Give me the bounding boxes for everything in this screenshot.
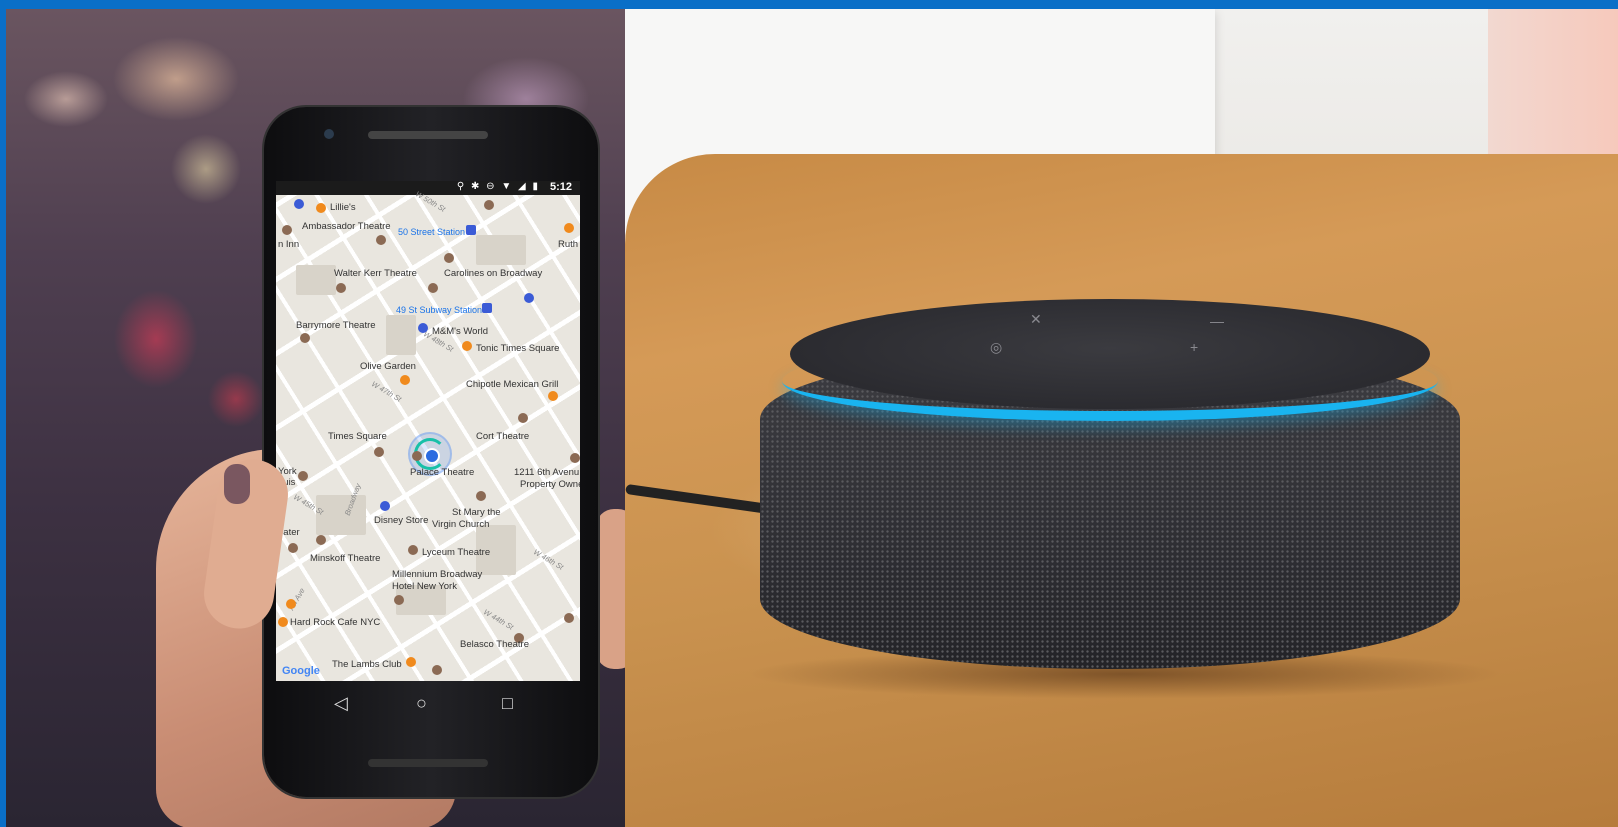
google-logo: Google: [282, 665, 320, 677]
subway-station-label: 49 St Subway Station: [396, 305, 483, 315]
home-icon[interactable]: ○: [416, 693, 427, 714]
map-label: Ruth: [558, 239, 579, 250]
smartphone: ⚲ ✱ ⊖ ▼ ◢ ▮ 5:12 W 50th St W 48th St W 4…: [264, 107, 598, 797]
bar-pin-icon[interactable]: [406, 657, 416, 667]
recent-apps-icon[interactable]: □: [502, 693, 513, 714]
theatre-pin-icon[interactable]: [288, 543, 298, 553]
street-label: W 44th St: [481, 607, 515, 632]
map-label: 1211 6th Avenu: [514, 467, 580, 478]
thumbnail: [224, 464, 250, 504]
mute-button[interactable]: ✕: [1030, 311, 1042, 328]
map-label: Minskoff Theatre: [310, 553, 381, 564]
street-label: W 47th St: [369, 379, 403, 404]
street-label: W 46th St: [531, 547, 565, 572]
bar-pin-icon[interactable]: [462, 341, 472, 351]
map-block: [476, 235, 526, 265]
phone-screen: ⚲ ✱ ⊖ ▼ ◢ ▮ 5:12 W 50th St W 48th St W 4…: [276, 181, 580, 681]
map-label: Times Square: [328, 431, 387, 442]
map-label: Barrymore Theatre: [296, 320, 376, 331]
hotel-pin-icon[interactable]: [394, 595, 404, 605]
theatre-pin-icon[interactable]: [564, 613, 574, 623]
restaurant-pin-icon[interactable]: [564, 223, 574, 233]
bottom-speaker: [368, 759, 488, 767]
church-pin-icon[interactable]: [476, 491, 486, 501]
theatre-pin-icon[interactable]: [484, 200, 494, 210]
photo-collage: ⚲ ✱ ⊖ ▼ ◢ ▮ 5:12 W 50th St W 48th St W 4…: [6, 9, 1618, 827]
theatre-pin-icon[interactable]: [408, 545, 418, 555]
theatre-pin-icon[interactable]: [570, 453, 580, 463]
theatre-pin-icon[interactable]: [518, 413, 528, 423]
status-bar: ⚲ ✱ ⊖ ▼ ◢ ▮ 5:12: [276, 181, 580, 195]
map-label: Property Owne: [520, 479, 580, 490]
map-label: Ambassador Theatre: [302, 221, 391, 232]
restaurant-pin-icon[interactable]: [278, 617, 288, 627]
restaurant-pin-icon[interactable]: [548, 391, 558, 401]
map-label: Cort Theatre: [476, 431, 530, 442]
map-label: Lyceum Theatre: [422, 547, 491, 558]
shop-pin-icon[interactable]: [418, 323, 428, 333]
map-block: [386, 315, 416, 355]
landmark-pin-icon[interactable]: [374, 447, 384, 457]
theatre-pin-icon[interactable]: [316, 535, 326, 545]
map-label: The Lambs Club: [332, 659, 402, 670]
theatre-pin-icon[interactable]: [336, 283, 346, 293]
status-time: 5:12: [549, 181, 572, 193]
subway-station-label: 50 Street Station: [398, 227, 466, 237]
restaurant-pin-icon[interactable]: [316, 203, 326, 213]
bar-pin-icon[interactable]: [286, 599, 296, 609]
map-block: [316, 495, 366, 535]
speaker-top: ✕ ◎ — +: [790, 299, 1430, 409]
shop-pin-icon[interactable]: [380, 501, 390, 511]
map-label: Hotel New York: [392, 581, 457, 592]
theatre-pin-icon[interactable]: [412, 451, 422, 461]
hotel-pin-icon[interactable]: [432, 665, 442, 675]
map-label: Millennium Broadway: [392, 569, 483, 580]
action-button[interactable]: ◎: [990, 339, 1002, 356]
volume-up-button[interactable]: +: [1190, 339, 1198, 355]
earpiece: [368, 131, 488, 139]
map-label: Carolines on Broadway: [444, 268, 543, 279]
map-label: Tonic Times Square: [476, 343, 560, 354]
status-icons: ⚲ ✱ ⊖ ▼ ◢ ▮: [456, 181, 540, 192]
map-label: Walter Kerr Theatre: [334, 268, 417, 279]
android-nav-bar: ◁ ○ □: [276, 685, 580, 725]
volume-down-button[interactable]: —: [1210, 313, 1224, 329]
metro-icon[interactable]: [466, 225, 476, 235]
map-label: Hard Rock Cafe NYC: [290, 617, 381, 628]
map-label: Chipotle Mexican Grill: [466, 379, 559, 390]
theatre-pin-icon[interactable]: [428, 283, 438, 293]
theatre-pin-icon[interactable]: [376, 235, 386, 245]
front-camera: [324, 129, 334, 139]
map-label: St Mary the: [452, 507, 501, 518]
smart-speaker-photo: ✕ ◎ — +: [625, 9, 1618, 827]
map-label: Olive Garden: [360, 361, 416, 372]
map-label: Virgin Church: [432, 519, 490, 530]
hand-fingers: [596, 509, 625, 669]
restaurant-pin-icon[interactable]: [400, 375, 410, 385]
map-block: [296, 265, 336, 295]
smart-speaker: ✕ ◎ — +: [760, 299, 1460, 669]
back-icon[interactable]: ◁: [334, 693, 348, 714]
map-label: Palace Theatre: [410, 467, 475, 478]
phone-photo: ⚲ ✱ ⊖ ▼ ◢ ▮ 5:12 W 50th St W 48th St W 4…: [6, 9, 625, 827]
map-pin-icon[interactable]: [294, 199, 304, 209]
theatre-pin-icon[interactable]: [444, 253, 454, 263]
metro-icon[interactable]: [482, 303, 492, 313]
bank-pin-icon[interactable]: [524, 293, 534, 303]
map-label: Lillie's: [330, 202, 356, 213]
map-label: M&M's World: [432, 326, 489, 337]
hotel-pin-icon[interactable]: [298, 471, 308, 481]
location-dot: [424, 448, 440, 464]
theatre-pin-icon[interactable]: [300, 333, 310, 343]
map-label: Belasco Theatre: [460, 639, 530, 650]
map-label: n Inn: [278, 239, 300, 250]
map-view[interactable]: W 50th St W 48th St W 47th St W 45th St …: [276, 189, 580, 681]
map-label: Disney Store: [374, 515, 429, 526]
theatre-pin-icon[interactable]: [282, 225, 292, 235]
